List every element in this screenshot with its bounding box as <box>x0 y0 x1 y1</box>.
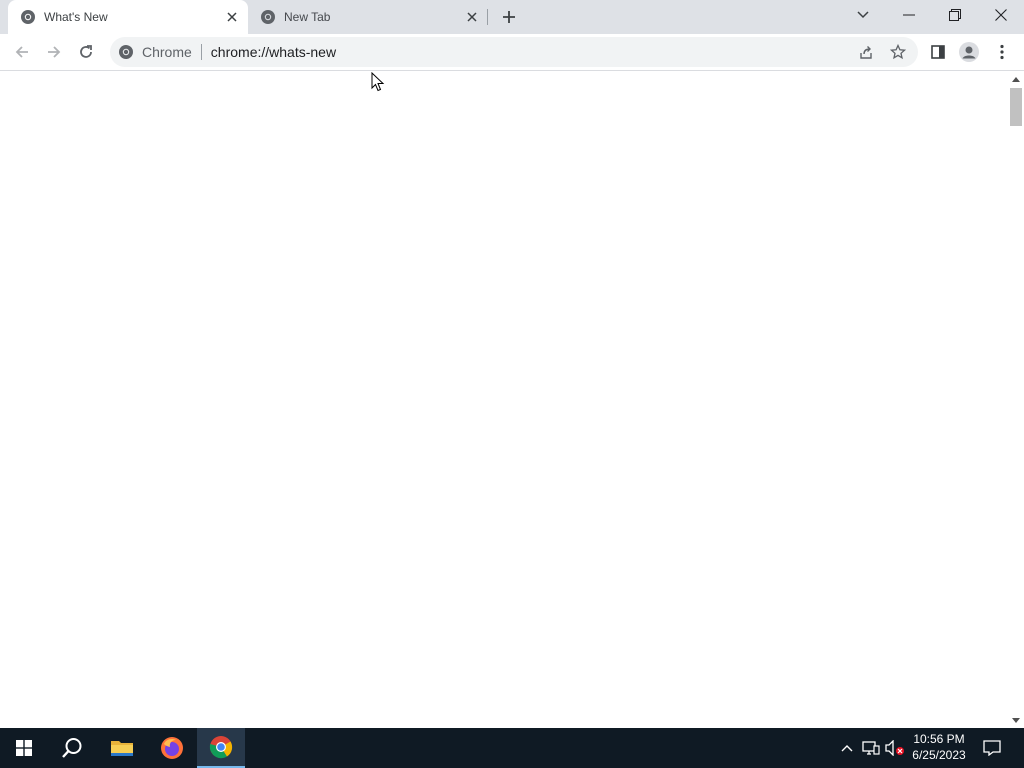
back-button[interactable] <box>8 38 36 66</box>
file-explorer-button[interactable] <box>98 728 146 768</box>
site-chip-label: Chrome <box>142 44 192 60</box>
tab-title: What's New <box>44 10 108 24</box>
profile-button[interactable] <box>955 38 983 66</box>
start-button[interactable] <box>0 728 48 768</box>
side-panel-icon <box>931 45 945 59</box>
minimize-icon <box>903 14 915 16</box>
back-arrow-icon <box>15 46 28 58</box>
star-icon <box>890 44 906 60</box>
volume-muted-icon <box>885 740 904 756</box>
omnibox-divider <box>200 44 202 60</box>
more-vert-icon <box>1000 44 1004 60</box>
plus-icon <box>503 11 515 23</box>
reload-icon <box>80 45 92 58</box>
scrollbar-thumb[interactable] <box>1010 88 1022 126</box>
restore-button[interactable] <box>932 0 978 30</box>
firefox-icon <box>161 737 183 759</box>
search-icon <box>62 738 82 758</box>
windows-start-icon <box>16 740 32 756</box>
side-panel-button[interactable] <box>924 38 952 66</box>
page-content <box>0 72 1008 728</box>
firefox-button[interactable] <box>148 728 196 768</box>
scroll-up-arrow-icon[interactable] <box>1008 72 1024 86</box>
close-window-button[interactable] <box>978 0 1024 30</box>
tab-search-button[interactable] <box>840 0 886 30</box>
clock-time: 10:56 PM <box>913 732 965 746</box>
forward-button[interactable] <box>40 38 68 66</box>
chevron-up-icon <box>841 745 853 752</box>
restore-icon <box>949 9 961 21</box>
vertical-scrollbar[interactable] <box>1008 72 1024 728</box>
tab-strip: What's New New Tab <box>0 0 1024 34</box>
chrome-favicon-icon <box>260 9 276 25</box>
chrome-icon <box>209 736 233 759</box>
windows-taskbar: 10:56 PM 6/25/2023 <box>0 728 1024 768</box>
volume-tray-button[interactable] <box>883 728 907 768</box>
new-tab-button[interactable] <box>497 5 521 29</box>
clock-date: 6/25/2023 <box>912 748 966 762</box>
taskbar-search-button[interactable] <box>48 728 96 768</box>
show-hidden-icons-button[interactable] <box>837 728 857 768</box>
network-tray-button[interactable] <box>859 728 883 768</box>
mouse-cursor-icon <box>371 71 385 92</box>
tab-whats-new[interactable]: What's New <box>8 0 248 34</box>
tab-title: New Tab <box>284 10 331 24</box>
bookmark-button[interactable] <box>884 37 912 67</box>
forward-arrow-icon <box>48 46 61 58</box>
network-icon <box>862 741 880 755</box>
avatar-icon <box>959 42 979 62</box>
reload-button[interactable] <box>72 38 100 66</box>
chevron-down-icon <box>857 11 869 19</box>
minimize-button[interactable] <box>886 0 932 30</box>
browser-toolbar: Chrome chrome://whats-new <box>0 34 1024 71</box>
scroll-down-arrow-icon[interactable] <box>1008 713 1024 727</box>
menu-button[interactable] <box>988 38 1016 66</box>
close-tab-icon[interactable] <box>462 7 482 27</box>
chrome-favicon-icon <box>20 9 36 25</box>
notification-icon <box>983 740 1001 756</box>
notifications-button[interactable] <box>978 728 1006 768</box>
share-icon <box>860 46 872 59</box>
address-bar[interactable]: Chrome chrome://whats-new <box>110 37 918 67</box>
tab-new-tab[interactable]: New Tab <box>248 0 488 34</box>
url-text[interactable]: chrome://whats-new <box>211 44 336 60</box>
close-icon <box>995 9 1007 21</box>
file-explorer-icon <box>111 741 133 756</box>
tab-separator <box>487 9 488 25</box>
chrome-taskbar-button[interactable] <box>197 728 245 768</box>
taskbar-clock[interactable]: 10:56 PM 6/25/2023 <box>905 731 973 765</box>
chrome-logo-icon <box>118 44 134 60</box>
share-button[interactable] <box>852 37 880 67</box>
close-tab-icon[interactable] <box>222 7 242 27</box>
